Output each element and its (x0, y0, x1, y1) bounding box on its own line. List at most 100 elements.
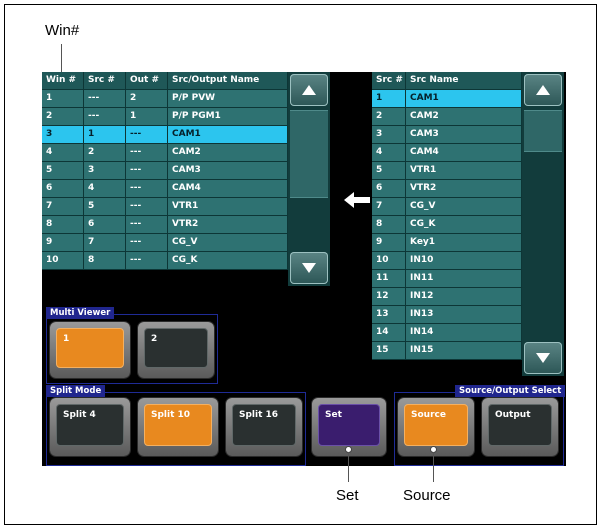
table-row[interactable]: 12 IN12 (372, 288, 522, 306)
split-16-button[interactable]: Split 16 (226, 398, 302, 456)
callout-set-leader (348, 452, 349, 482)
cell-src-name: CG_K (406, 216, 522, 234)
cell-out-no: 1 (126, 108, 168, 126)
window-table-scrollbar[interactable] (288, 72, 330, 286)
output-button-label: Output (488, 404, 552, 446)
callout-win-label: Win# (45, 22, 80, 39)
table-row[interactable]: 11 IN11 (372, 270, 522, 288)
split-4-button[interactable]: Split 4 (50, 398, 130, 456)
cell-src-no: 7 (372, 198, 406, 216)
cell-src-output-name: CG_K (168, 252, 288, 270)
scroll-down-button[interactable] (290, 252, 328, 284)
header-src-no: Src # (84, 72, 126, 90)
scroll-up-button[interactable] (290, 74, 328, 106)
scroll-up-button[interactable] (524, 74, 562, 106)
cell-win-no: 6 (42, 180, 84, 198)
table-row[interactable]: 1 CAM1 (372, 90, 522, 108)
scroll-thumb[interactable] (524, 110, 562, 152)
cell-src-no: 9 (372, 234, 406, 252)
cell-src-output-name: CAM3 (168, 162, 288, 180)
cell-src-no: 8 (372, 216, 406, 234)
scroll-up-icon (536, 85, 550, 95)
scroll-down-button[interactable] (524, 342, 562, 374)
table-row[interactable]: 1 --- 2 P/P PVW (42, 90, 288, 108)
cell-win-no: 3 (42, 126, 84, 144)
table-row[interactable]: 8 6 --- VTR2 (42, 216, 288, 234)
cell-win-no: 5 (42, 162, 84, 180)
cell-src-no: 4 (372, 144, 406, 162)
cell-src-output-name: CAM4 (168, 180, 288, 198)
cell-src-output-name: VTR1 (168, 198, 288, 216)
cell-out-no: 2 (126, 90, 168, 108)
cell-src-no: 8 (84, 252, 126, 270)
split-10-button[interactable]: Split 10 (138, 398, 218, 456)
cell-out-no: --- (126, 216, 168, 234)
table-row[interactable]: 4 CAM4 (372, 144, 522, 162)
scroll-down-icon (302, 263, 316, 273)
scroll-thumb[interactable] (290, 110, 328, 198)
cell-win-no: 1 (42, 90, 84, 108)
cell-src-no: --- (84, 90, 126, 108)
source-output-title: Source/Output Select (455, 385, 566, 397)
table-row[interactable]: 9 7 --- CG_V (42, 234, 288, 252)
cell-src-name: IN11 (406, 270, 522, 288)
cell-src-no: 6 (84, 216, 126, 234)
cell-src-name: IN15 (406, 342, 522, 360)
table-row[interactable]: 3 CAM3 (372, 126, 522, 144)
multi-viewer-button-1[interactable]: 1 (50, 322, 130, 378)
cell-src-name: CAM2 (406, 108, 522, 126)
split-16-label: Split 16 (232, 404, 296, 446)
table-row[interactable]: 14 IN14 (372, 324, 522, 342)
multi-viewer-button-2[interactable]: 2 (138, 322, 214, 378)
cell-win-no: 7 (42, 198, 84, 216)
table-row[interactable]: 7 CG_V (372, 198, 522, 216)
header-src-name: Src Name (406, 72, 522, 90)
table-row[interactable]: 9 Key1 (372, 234, 522, 252)
table-row[interactable]: 2 --- 1 P/P PGM1 (42, 108, 288, 126)
table-row[interactable]: 6 4 --- CAM4 (42, 180, 288, 198)
scroll-down-icon (536, 353, 550, 363)
header-src-output-name: Src/Output Name (168, 72, 288, 90)
scroll-up-icon (302, 85, 316, 95)
table-row[interactable]: 15 IN15 (372, 342, 522, 360)
cell-src-name: VTR1 (406, 162, 522, 180)
table-row[interactable]: 3 1 --- CAM1 (42, 126, 288, 144)
table-row[interactable]: 8 CG_K (372, 216, 522, 234)
table-row[interactable]: 10 8 --- CG_K (42, 252, 288, 270)
output-button[interactable]: Output (482, 398, 558, 456)
header-win-no: Win # (42, 72, 84, 90)
cell-win-no: 2 (42, 108, 84, 126)
cell-src-no: 5 (372, 162, 406, 180)
source-table-scrollbar[interactable] (522, 72, 564, 376)
cell-src-name: IN12 (406, 288, 522, 306)
cell-win-no: 4 (42, 144, 84, 162)
left-arrow-icon (344, 192, 370, 208)
cell-src-no: 1 (84, 126, 126, 144)
cell-src-no: 6 (372, 180, 406, 198)
split-10-label: Split 10 (144, 404, 212, 446)
cell-out-no: --- (126, 198, 168, 216)
cell-src-name: IN13 (406, 306, 522, 324)
cell-src-name: IN14 (406, 324, 522, 342)
cell-out-no: --- (126, 252, 168, 270)
table-row[interactable]: 10 IN10 (372, 252, 522, 270)
cell-win-no: 9 (42, 234, 84, 252)
table-row[interactable]: 5 VTR1 (372, 162, 522, 180)
control-panel-screen: Win # Src # Out # Src/Output Name 1 --- 2 P… (42, 72, 566, 466)
cell-src-name: CAM1 (406, 90, 522, 108)
table-row[interactable]: 4 2 --- CAM2 (42, 144, 288, 162)
table-row[interactable]: 2 CAM2 (372, 108, 522, 126)
table-row[interactable]: 5 3 --- CAM3 (42, 162, 288, 180)
cell-src-no: 12 (372, 288, 406, 306)
cell-win-no: 8 (42, 216, 84, 234)
set-button-label: Set (318, 404, 380, 446)
cell-src-no: --- (84, 108, 126, 126)
cell-src-name: VTR2 (406, 180, 522, 198)
multi-viewer-button-1-label: 1 (56, 328, 124, 368)
table-row[interactable]: 7 5 --- VTR1 (42, 198, 288, 216)
table-row[interactable]: 13 IN13 (372, 306, 522, 324)
table-row[interactable]: 6 VTR2 (372, 180, 522, 198)
window-table-header: Win # Src # Out # Src/Output Name (42, 72, 288, 90)
source-table: Src # Src Name 1 CAM1 2 CAM2 3 CAM3 4 CAM4 5 VTR1… (372, 72, 522, 360)
cell-out-no: --- (126, 126, 168, 144)
